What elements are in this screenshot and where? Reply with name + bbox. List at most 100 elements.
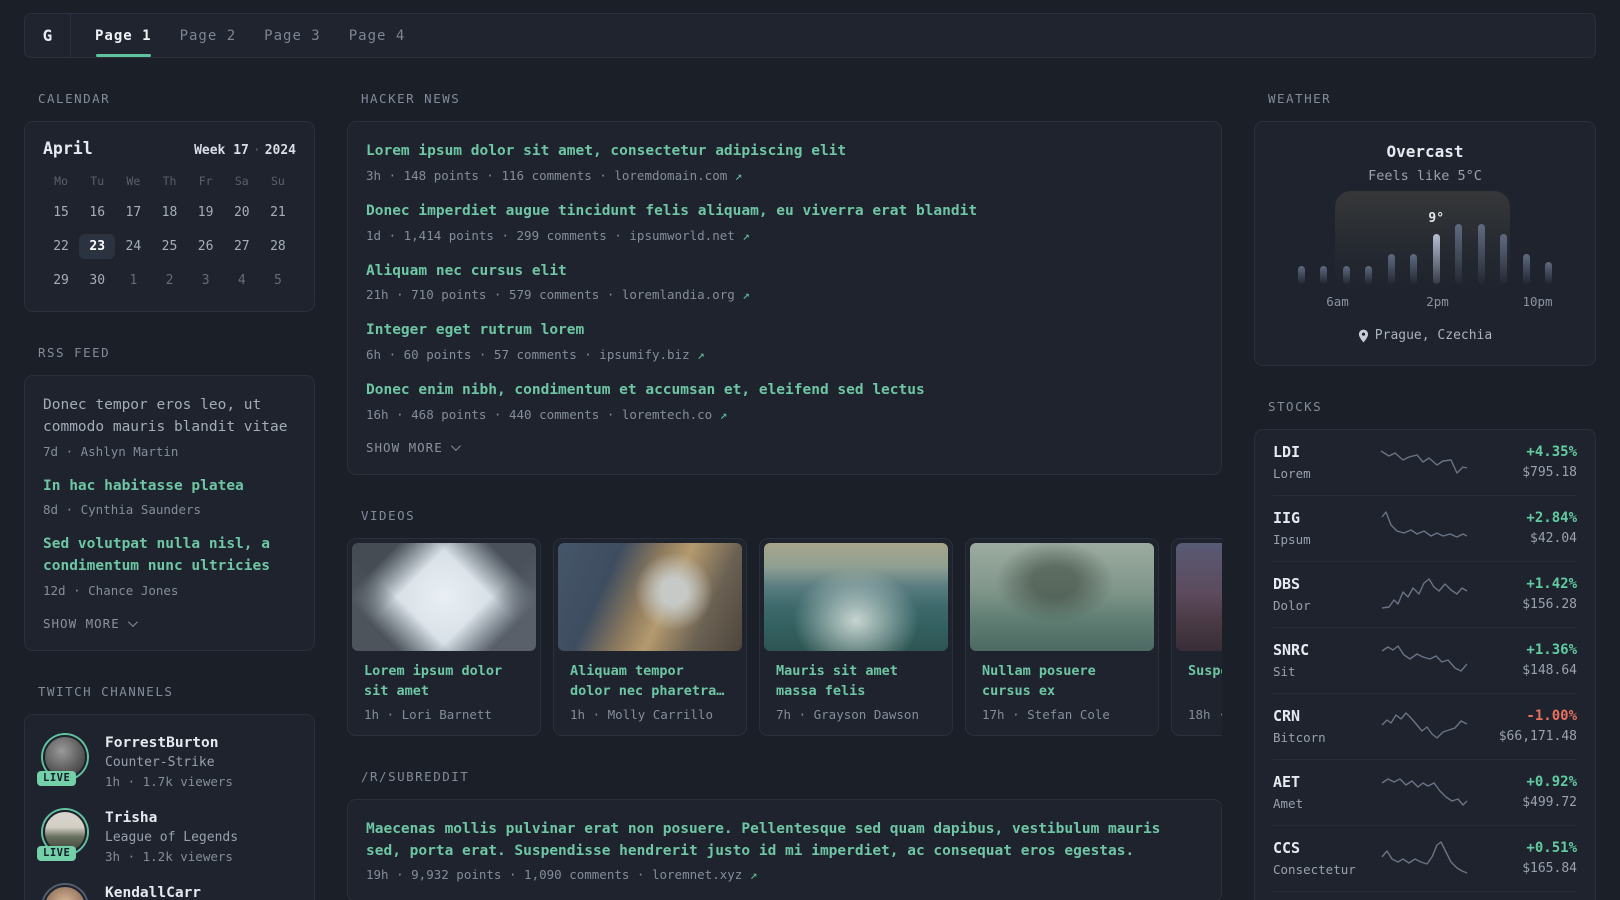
rss-item-link[interactable]: Donec tempor eros leo, ut commodo mauris… — [43, 395, 296, 439]
rss-list: Donec tempor eros leo, ut commodo mauris… — [43, 395, 296, 598]
rss-item-link[interactable]: Sed volutpat nulla nisl, a condimentum n… — [43, 534, 296, 578]
tab-page-1[interactable]: Page 1 — [95, 14, 152, 57]
left-column: CALENDAR April Week 17 · 2024 Mo Tu We Th Fr Sa… — [24, 58, 315, 900]
hackernews-item-domain[interactable]: loremtech.co — [622, 407, 720, 422]
video-title[interactable]: Suspendisse diam — [1188, 661, 1222, 701]
rss-item: Donec tempor eros leo, ut commodo mauris… — [43, 395, 296, 459]
video-card[interactable]: Aliquam tempor dolor nec pharetra… 1h · M… — [553, 537, 747, 736]
calendar-day: 30 — [89, 273, 106, 288]
hackernews-item-link[interactable]: Integer eget rutrum lorem — [366, 320, 1203, 342]
calendar-month: April — [43, 139, 93, 158]
twitch-channel-name[interactable]: ForrestBurton — [105, 735, 233, 751]
video-title[interactable]: Aliquam tempor dolor nec pharetra… — [570, 661, 730, 701]
video-card[interactable]: Suspendisse diam 18h · Tara — [1171, 537, 1222, 736]
rss-show-more-button[interactable]: SHOW MORE — [43, 616, 296, 631]
show-more-label: SHOW MORE — [366, 439, 443, 455]
video-title[interactable]: Nullam posuere cursus ex — [982, 661, 1142, 701]
calendar-week-year: Week 17 · 2024 — [194, 143, 296, 158]
video-card[interactable]: Nullam posuere cursus ex 17h · Stefan Col… — [965, 537, 1159, 736]
calendar-day: 16 — [89, 205, 106, 220]
video-title[interactable]: Mauris sit amet massa felis — [776, 661, 936, 701]
rss-item: Sed volutpat nulla nisl, a condimentum n… — [43, 534, 296, 598]
calendar-grid: Mo Tu We Th Fr Sa Su 15 16 17 18 19 20 21 22 23 24 25 26 27… — [43, 174, 296, 293]
twitch-channel-name[interactable]: Trisha — [105, 810, 238, 826]
hackernews-section-title: HACKER NEWS — [361, 91, 461, 106]
video-body: Suspendisse diam 18h · Tara — [1176, 651, 1222, 722]
twitch-channel-row[interactable]: LIVE ForrestBurton Counter-Strike 1h · 1.7k… — [37, 734, 296, 789]
hackernews-item-meta: 1d · 1,414 points · 299 comments · ipsum… — [366, 228, 1203, 243]
twitch-channel-row[interactable]: LIVE Trisha League of Legends 3h · 1.2k vie… — [37, 809, 296, 864]
subreddit-item-domain[interactable]: loremnet.xyz — [652, 867, 750, 882]
stock-row[interactable]: DBS Dolor +1.42% $156.28 — [1273, 561, 1577, 627]
video-title[interactable]: Lorem ipsum dolor sit amet consectetu… — [364, 661, 524, 701]
stock-sparkline — [1369, 773, 1481, 811]
stock-row[interactable]: IIG Ipsum +2.84% $42.04 — [1273, 495, 1577, 561]
tab-page-2[interactable]: Page 2 — [180, 14, 237, 57]
hackernews-item-domain[interactable]: ipsumworld.net — [629, 228, 742, 243]
hackernews-item-link[interactable]: Lorem ipsum dolor sit amet, consectetur … — [366, 141, 1203, 163]
videos-carousel: Lorem ipsum dolor sit amet consectetu… 1h… — [347, 537, 1222, 736]
twitch-widget: LIVE ForrestBurton Counter-Strike 1h · 1.7k… — [24, 713, 315, 900]
stock-name: Bitcorn — [1273, 730, 1326, 745]
stock-price: $148.64 — [1522, 663, 1577, 678]
hackernews-item-stats: 3h · 148 points · 116 comments · — [366, 167, 615, 183]
weekday-label: Tu — [90, 174, 105, 188]
subreddit-item-stats: 19h · 9,932 points · 1,090 comments · — [366, 867, 652, 883]
video-thumbnail[interactable] — [764, 542, 948, 651]
hackernews-item-domain[interactable]: ipsumify.biz — [599, 347, 697, 362]
stock-symbol: AET — [1273, 773, 1301, 791]
external-link-icon: ↗ — [697, 347, 705, 362]
subreddit-item-link[interactable]: Maecenas mollis pulvinar erat non posuer… — [366, 819, 1203, 863]
weather-bar: 9° — [1428, 211, 1444, 284]
twitch-channel-name[interactable]: KendallCarr — [105, 885, 201, 900]
external-link-icon: ↗ — [734, 167, 743, 183]
weather-location: Prague, Czechia — [1374, 328, 1493, 343]
stock-row[interactable]: AET Amet +0.92% $499.72 — [1273, 759, 1577, 825]
stock-identity: SNRC Sit — [1273, 641, 1369, 679]
twitch-avatar-wrap — [43, 884, 89, 900]
video-thumbnail[interactable] — [970, 542, 1154, 651]
video-meta: 1h · Molly Carrillo — [570, 706, 713, 722]
hackernews-item-domain[interactable]: loremlandia.org — [622, 287, 742, 302]
stock-name: Amet — [1273, 796, 1304, 811]
stock-name: Consectetur — [1273, 862, 1356, 877]
stock-row[interactable]: LDI Lorem +4.35% $795.18 — [1273, 430, 1577, 495]
stock-price: $66,171.48 — [1498, 729, 1577, 744]
weather-bar — [1477, 224, 1485, 284]
chevron-down-icon — [127, 616, 138, 627]
hackernews-item-link[interactable]: Aliquam nec cursus elit — [366, 261, 1203, 283]
stock-sparkline — [1369, 443, 1481, 481]
video-card[interactable]: Lorem ipsum dolor sit amet consectetu… 1h… — [347, 537, 541, 736]
right-column: WEATHER Overcast Feels like 5°C 9° 6am 2p… — [1254, 58, 1596, 900]
stock-row[interactable]: CRN Bitcorn -1.00% $66,171.48 — [1273, 693, 1577, 759]
chevron-down-icon — [450, 440, 461, 451]
weather-feels-like: Feels like 5°C — [1368, 168, 1482, 184]
stock-identity: CCS Consectetur — [1273, 839, 1369, 877]
video-thumbnail[interactable] — [558, 542, 742, 651]
hackernews-show-more-button[interactable]: SHOW MORE — [366, 440, 1203, 455]
tab-page-4[interactable]: Page 4 — [349, 14, 406, 57]
calendar-year: 2024 — [264, 143, 296, 158]
stock-row[interactable]: CCS Consectetur +0.51% $165.84 — [1273, 825, 1577, 891]
video-thumbnail[interactable] — [1176, 542, 1222, 651]
subreddit-item: Maecenas mollis pulvinar erat non posuer… — [366, 819, 1203, 883]
tab-page-3[interactable]: Page 3 — [264, 14, 321, 57]
twitch-channel-row[interactable]: KendallCarr — [43, 884, 296, 900]
avatar[interactable] — [43, 884, 87, 900]
twitch-channel-game: League of Legends — [105, 829, 239, 845]
stock-row[interactable]: AHS+0.46% — [1273, 891, 1577, 900]
location-pin-icon — [1358, 329, 1368, 342]
hackernews-item-domain[interactable]: loremdomain.com — [614, 168, 734, 183]
video-card[interactable]: Mauris sit amet massa felis 7h · Grayson … — [759, 537, 953, 736]
stock-change: +0.92% — [1526, 774, 1577, 790]
hackernews-item-link[interactable]: Donec imperdiet augue tincidunt felis al… — [366, 201, 1203, 223]
stock-change: +4.35% — [1526, 444, 1577, 460]
video-thumbnail[interactable] — [352, 542, 536, 651]
show-more-label: SHOW MORE — [43, 615, 120, 631]
rss-item-link[interactable]: In hac habitasse platea — [43, 476, 296, 498]
stock-change: +1.42% — [1526, 576, 1577, 592]
subreddit-list: Maecenas mollis pulvinar erat non posuer… — [366, 819, 1203, 883]
calendar-widget: April Week 17 · 2024 Mo Tu We Th Fr Sa Su 15 16 17 1… — [24, 121, 315, 312]
hackernews-item-link[interactable]: Donec enim nibh, condimentum et accumsan… — [366, 380, 1203, 402]
stock-row[interactable]: SNRC Sit +1.36% $148.64 — [1273, 627, 1577, 693]
